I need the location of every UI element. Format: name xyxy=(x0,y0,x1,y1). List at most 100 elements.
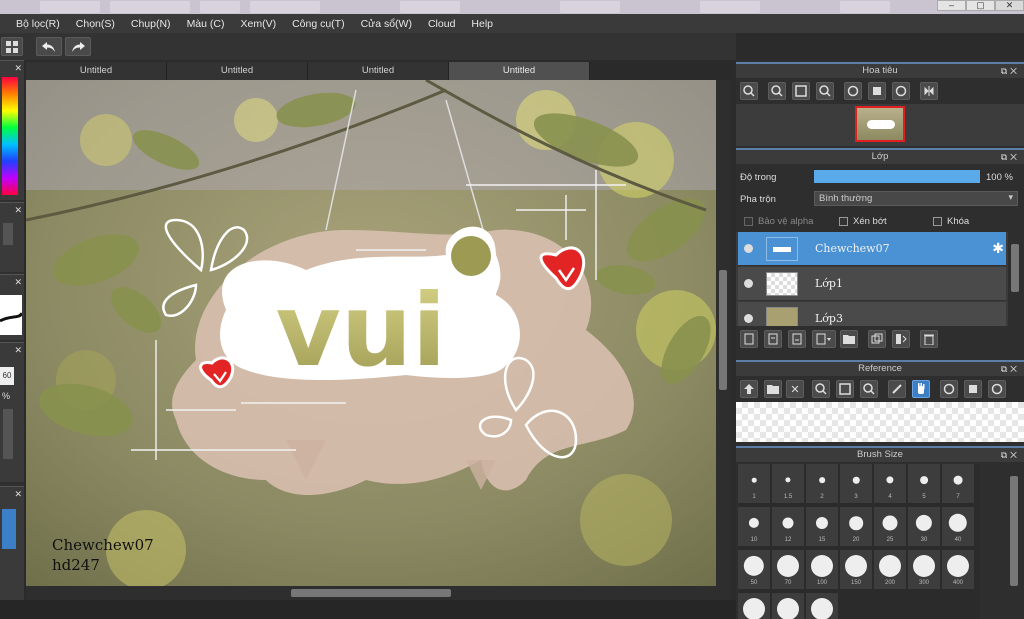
brush-size-cell[interactable]: 2 xyxy=(806,464,839,504)
menu-cloud[interactable]: Cloud xyxy=(428,18,455,30)
brush-size-cell[interactable]: 100 xyxy=(806,550,839,590)
slider-handle[interactable] xyxy=(3,223,13,245)
blend-mode-select[interactable]: Bình thường ▾ xyxy=(814,191,1018,206)
ref-rotate-right-button[interactable] xyxy=(988,380,1006,398)
hand-tool-button[interactable] xyxy=(912,380,930,398)
rotate-right-button[interactable] xyxy=(892,82,910,100)
panel-controls[interactable]: ⧉✕ xyxy=(1001,362,1020,376)
duplicate-layer-button[interactable] xyxy=(868,330,886,348)
close-button[interactable]: ✕ xyxy=(995,0,1024,11)
lock-checkbox[interactable] xyxy=(933,217,942,226)
tab-document-4[interactable]: Untitled xyxy=(449,62,590,80)
rotate-left-button[interactable] xyxy=(844,82,862,100)
gear-icon[interactable]: ✱ xyxy=(992,240,1004,257)
brush-size-cell[interactable]: 70 xyxy=(772,550,805,590)
visibility-icon[interactable] xyxy=(744,314,753,323)
new-layer-button[interactable] xyxy=(740,330,758,348)
brush-size-cell[interactable]: 40 xyxy=(942,507,975,547)
brush-size-cell[interactable]: 150 xyxy=(840,550,873,590)
brush-size-cell[interactable]: 15 xyxy=(806,507,839,547)
new-vector-button[interactable] xyxy=(788,330,806,348)
menu-view[interactable]: Xem(V) xyxy=(240,18,276,30)
new-raster-button[interactable] xyxy=(764,330,782,348)
close-icon[interactable]: ✕ xyxy=(14,277,22,288)
tab-document-1[interactable]: Untitled xyxy=(26,62,167,80)
brush-size-cell[interactable]: 20 xyxy=(840,507,873,547)
size-value[interactable]: 60 xyxy=(0,367,14,385)
brush-size-cell[interactable]: 1.5 xyxy=(772,464,805,504)
ref-zoom-in-button[interactable] xyxy=(812,380,830,398)
ref-reset-button[interactable] xyxy=(964,380,982,398)
layer-row[interactable]: Lớp3 xyxy=(738,302,1006,326)
hue-bar[interactable] xyxy=(2,77,18,195)
brush-size-cell[interactable]: 12 xyxy=(772,507,805,547)
zoom-in-button-2[interactable] xyxy=(768,82,786,100)
brush-grid-scrollbar[interactable] xyxy=(1006,464,1022,619)
zoom-out-button[interactable] xyxy=(816,82,834,100)
layer-type-dropdown[interactable] xyxy=(812,330,836,348)
menu-select[interactable]: Chọn(S) xyxy=(76,18,115,30)
minimize-button[interactable]: – xyxy=(937,0,966,11)
open-folder-button[interactable] xyxy=(764,380,782,398)
brush-size-cell[interactable]: 4 xyxy=(874,464,907,504)
reset-view-button[interactable] xyxy=(868,82,886,100)
visibility-icon[interactable] xyxy=(744,279,753,288)
redo-button[interactable] xyxy=(65,37,91,56)
menu-help[interactable]: Help xyxy=(471,18,493,30)
brush-size-cell[interactable]: 30 xyxy=(908,507,941,547)
close-icon[interactable]: ✕ xyxy=(14,205,22,216)
close-reference-button[interactable]: ✕ xyxy=(786,380,804,398)
vertical-scrollbar[interactable] xyxy=(716,80,730,586)
brush-size-cell[interactable]: 7 xyxy=(942,464,975,504)
layer-row[interactable]: Chewchew07 ✱ xyxy=(738,232,1006,266)
ref-zoom-out-button[interactable] xyxy=(860,380,878,398)
upload-button[interactable] xyxy=(740,380,758,398)
horizontal-scrollbar[interactable] xyxy=(26,586,730,600)
merge-layer-button[interactable] xyxy=(892,330,910,348)
panel-controls[interactable]: ⧉✕ xyxy=(1001,448,1020,462)
protect-alpha-checkbox[interactable] xyxy=(744,217,753,226)
grid-button[interactable] xyxy=(1,37,23,56)
density-slider[interactable] xyxy=(3,409,13,459)
fit-screen-button[interactable] xyxy=(792,82,810,100)
canvas-area[interactable]: vui Chewchew07 hd247 xyxy=(26,80,716,586)
close-icon[interactable]: ✕ xyxy=(14,345,22,356)
scroll-thumb[interactable] xyxy=(1010,476,1018,586)
menu-filter[interactable]: Bộ lọc(R) xyxy=(16,18,60,30)
eyedropper-button[interactable] xyxy=(888,380,906,398)
brush-size-cell[interactable]: 400 xyxy=(942,550,975,590)
brush-size-cell[interactable] xyxy=(806,593,839,619)
menu-capture[interactable]: Chụp(N) xyxy=(131,18,171,30)
brush-size-cell[interactable]: 10 xyxy=(738,507,771,547)
menu-tools[interactable]: Công cụ(T) xyxy=(292,18,345,30)
undo-button[interactable] xyxy=(36,37,62,56)
scroll-thumb[interactable] xyxy=(291,589,451,597)
brush-size-cell[interactable]: 200 xyxy=(874,550,907,590)
navigator-thumbnail[interactable] xyxy=(855,106,905,142)
menu-window[interactable]: Cửa sổ(W) xyxy=(361,18,412,30)
ref-rotate-button[interactable] xyxy=(940,380,958,398)
maximize-button[interactable]: ▢ xyxy=(966,0,995,11)
scroll-thumb[interactable] xyxy=(1011,244,1019,292)
artwork-canvas[interactable]: vui Chewchew07 hd247 xyxy=(26,80,716,586)
menu-color[interactable]: Màu (C) xyxy=(187,18,225,30)
layer-row[interactable]: Lớp1 xyxy=(738,267,1006,301)
clipping-checkbox[interactable] xyxy=(839,217,848,226)
scroll-thumb[interactable] xyxy=(719,270,727,390)
brush-size-cell[interactable] xyxy=(738,593,771,619)
tab-document-2[interactable]: Untitled xyxy=(167,62,308,80)
layer-list-scrollbar[interactable] xyxy=(1008,232,1022,326)
brush-size-cell[interactable]: 3 xyxy=(840,464,873,504)
zoom-in-button[interactable] xyxy=(740,82,758,100)
panel-controls[interactable]: ⧉✕ xyxy=(1001,64,1020,78)
selected-tool[interactable] xyxy=(2,509,16,549)
opacity-slider[interactable] xyxy=(814,170,980,183)
brush-size-cell[interactable]: 1 xyxy=(738,464,771,504)
tab-document-3[interactable]: Untitled xyxy=(308,62,449,80)
close-icon[interactable]: ✕ xyxy=(14,63,22,74)
brush-size-cell[interactable]: 25 xyxy=(874,507,907,547)
brush-size-cell[interactable]: 300 xyxy=(908,550,941,590)
new-folder-button[interactable] xyxy=(840,330,858,348)
visibility-icon[interactable] xyxy=(744,244,753,253)
brush-size-cell[interactable]: 50 xyxy=(738,550,771,590)
